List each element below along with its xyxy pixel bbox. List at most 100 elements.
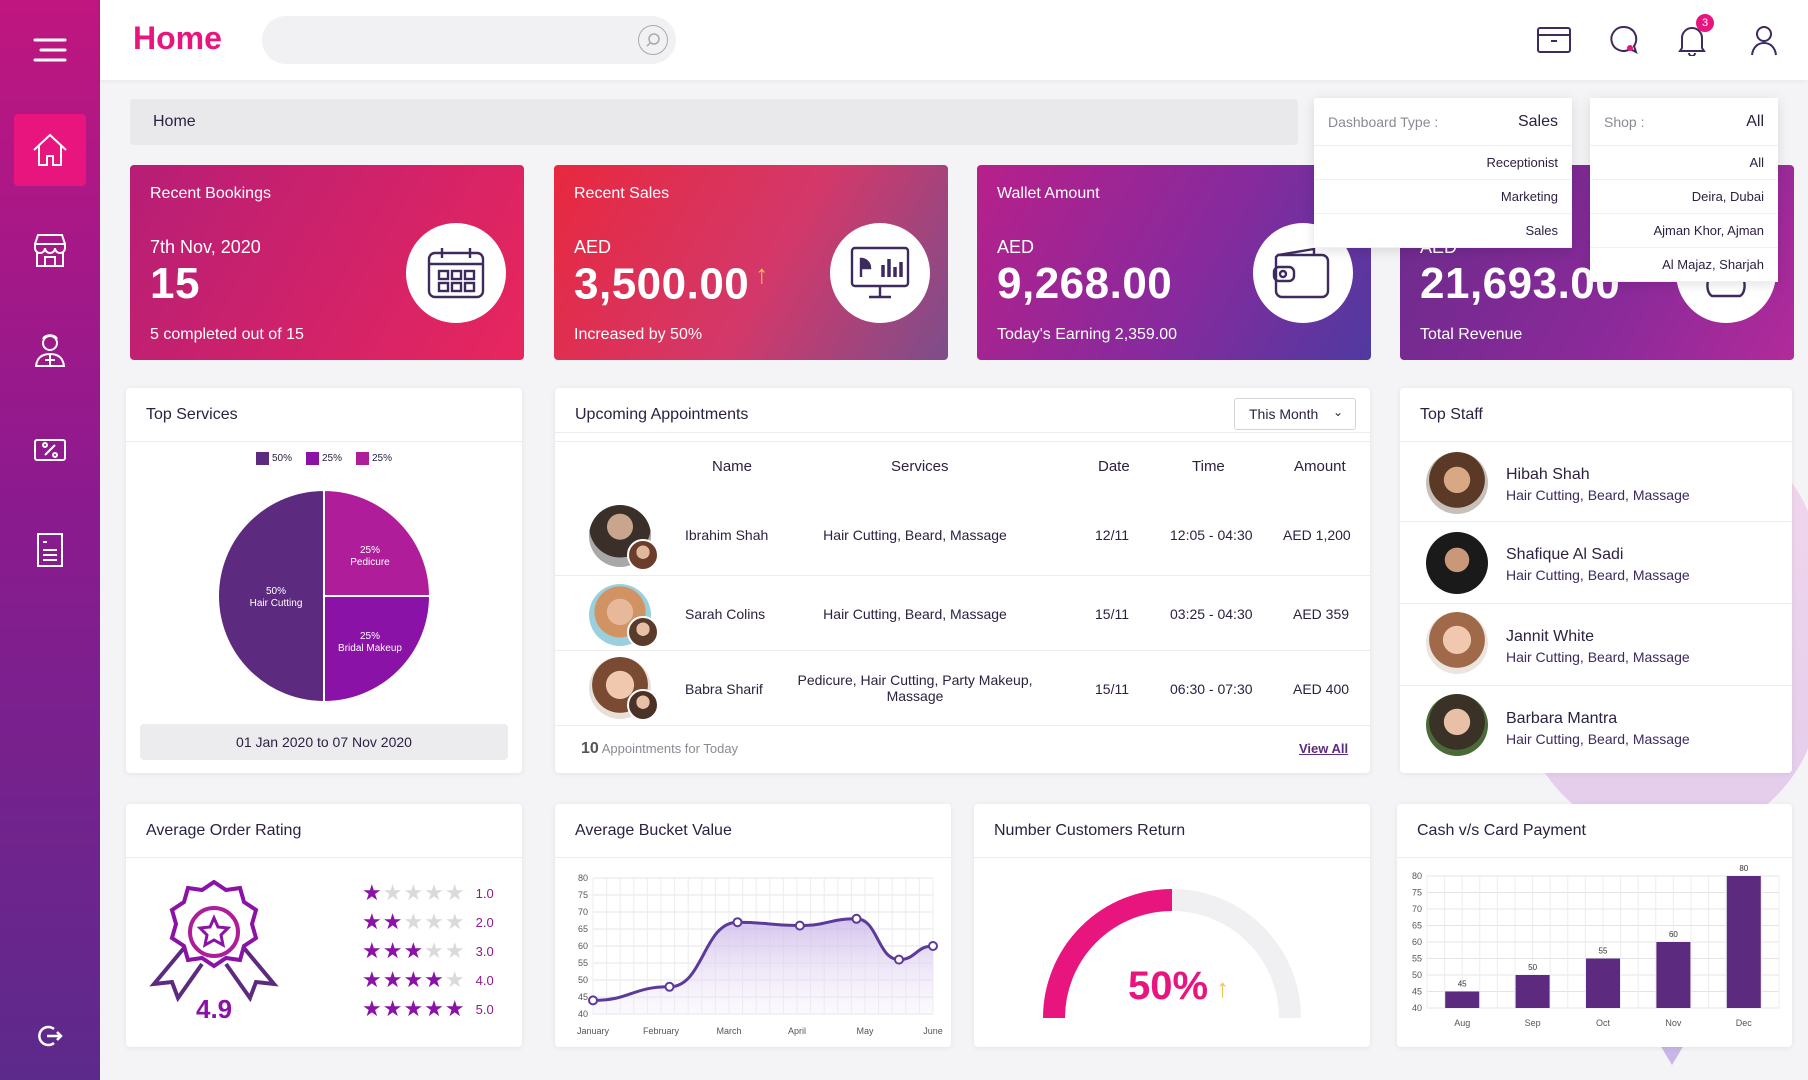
stat-value: 9,268.00 — [997, 259, 1173, 308]
dropdown-option[interactable]: Marketing — [1314, 180, 1572, 214]
x-tick-label: May — [856, 1026, 874, 1036]
avatar — [1426, 452, 1488, 514]
avatar — [1426, 612, 1488, 674]
gauge-value: 50% ↑ — [1128, 964, 1230, 1008]
breadcrumb[interactable]: Home — [130, 99, 1298, 145]
view-all-link[interactable]: View All — [1299, 741, 1348, 756]
dropdown-option[interactable]: Receptionist — [1314, 146, 1572, 180]
data-point — [894, 954, 904, 965]
bar-value-label: 50 — [1528, 963, 1537, 972]
decorative-shape — [1660, 1045, 1684, 1065]
data-point — [664, 981, 675, 992]
x-tick-label: Oct — [1596, 1018, 1611, 1028]
cell-date: 15/11 — [1095, 606, 1129, 622]
bar — [1726, 876, 1761, 1008]
staff-name: Shafique Al Sadi — [1506, 546, 1624, 563]
stat-sub: AED — [574, 237, 612, 257]
notification-badge: 3 — [1696, 14, 1714, 32]
x-tick-label: March — [716, 1026, 741, 1036]
dashboard-type-dropdown[interactable]: Dashboard Type : Sales Receptionist Marke… — [1314, 98, 1572, 248]
cell-time: 03:25 - 04:30 — [1170, 606, 1253, 622]
cell-time: 06:30 - 07:30 — [1170, 681, 1253, 697]
sidebar — [0, 0, 100, 1080]
avg-bucket-card: Average Bucket Value 40 45 50 55 60 65 70 75 80 J… — [555, 804, 951, 1047]
chevron-down-icon: ⌄ — [1332, 405, 1343, 419]
staff-icon — [34, 334, 66, 367]
shop-dropdown[interactable]: Shop : All All Deira, Dubai Ajman Khor, A… — [1590, 98, 1778, 282]
cell-name: Sarah Colins — [685, 606, 766, 622]
table-row[interactable]: Ibrahim Shah Hair Cutting, Beard, Massag… — [555, 497, 1370, 576]
dashboard-type-value[interactable]: Sales — [1518, 113, 1558, 131]
table-row[interactable]: Babra Sharif Pedicure, Hair Cutting, Par… — [555, 651, 1370, 726]
y-tick-label: 45 — [578, 992, 588, 1002]
month-filter-select[interactable]: This Month ⌄ — [1234, 398, 1356, 430]
wallet-icon[interactable] — [1536, 22, 1572, 58]
card-title: Top Staff — [1400, 388, 1792, 442]
dropdown-option[interactable]: Al Majaz, Sharjah — [1590, 248, 1778, 282]
stat-card-bookings: Recent Bookings 7th Nov, 2020 15 5 compl… — [130, 165, 524, 360]
stat-title: Recent Bookings — [150, 185, 271, 202]
sidebar-item-staff[interactable] — [14, 314, 86, 386]
staff-services: Hair Cutting, Beard, Massage — [1506, 487, 1690, 503]
dropdown-option[interactable]: Deira, Dubai — [1590, 180, 1778, 214]
monitor-chart-icon — [850, 246, 910, 299]
avatar — [627, 616, 659, 648]
staff-item[interactable]: Jannit White Hair Cutting, Beard, Massag… — [1400, 604, 1792, 686]
sidebar-item-invoice[interactable] — [14, 514, 86, 586]
dropdown-option[interactable]: Sales — [1314, 214, 1572, 248]
user-icon[interactable] — [1746, 22, 1782, 58]
data-point — [851, 913, 862, 924]
cell-name: Ibrahim Shah — [685, 527, 769, 543]
chat-icon[interactable] — [1606, 22, 1642, 58]
dropdown-option[interactable]: Ajman Khor, Ajman — [1590, 214, 1778, 248]
dropdown-option[interactable]: All — [1590, 146, 1778, 180]
logout-button[interactable] — [14, 1000, 86, 1072]
sidebar-item-shop[interactable] — [14, 214, 86, 286]
sidebar-item-offers[interactable] — [14, 414, 86, 486]
cell-services: Hair Cutting, Beard, Massage — [823, 606, 1007, 622]
line-area — [593, 918, 933, 1014]
avatar — [627, 539, 659, 571]
bar — [1445, 991, 1480, 1008]
rating-row: ★★★★★ 4.0 — [362, 967, 494, 992]
date-range[interactable]: 01 Jan 2020 to 07 Nov 2020 — [140, 724, 508, 760]
legend-item: 50% — [255, 452, 292, 465]
avatar — [1426, 532, 1488, 594]
notification-button[interactable]: 3 — [1674, 14, 1714, 58]
cell-amount: AED 1,200 — [1283, 527, 1351, 543]
staff-item[interactable]: Shafique Al Sadi Hair Cutting, Beard, Ma… — [1400, 522, 1792, 604]
col-header-time: Time — [1192, 458, 1225, 475]
dashboard-type-label: Dashboard Type : — [1328, 113, 1439, 130]
star-icons: ★★★★★ — [362, 996, 466, 1021]
staff-name: Barbara Mantra — [1506, 710, 1618, 727]
y-tick-label: 65 — [578, 924, 588, 934]
pie-label: 25% — [360, 631, 380, 642]
staff-name: Hibah Shah — [1506, 466, 1590, 483]
bar — [1515, 975, 1550, 1008]
y-tick-label: 45 — [1412, 987, 1422, 997]
search-input[interactable] — [262, 16, 676, 64]
search-icon[interactable] — [638, 25, 668, 55]
bar-value-label: 45 — [1458, 980, 1467, 989]
staff-item[interactable]: Barbara Mantra Hair Cutting, Beard, Mass… — [1400, 686, 1792, 768]
menu-icon[interactable] — [14, 14, 86, 86]
table-row[interactable]: Sarah Colins Hair Cutting, Beard, Massag… — [555, 576, 1370, 651]
x-tick-label: February — [643, 1026, 680, 1036]
discount-icon — [34, 439, 66, 461]
pie-label: 50% — [266, 586, 286, 597]
staff-item[interactable]: Hibah Shah Hair Cutting, Beard, Massage — [1400, 442, 1792, 522]
cell-time: 12:05 - 04:30 — [1170, 527, 1253, 543]
col-header-name: Name — [712, 458, 753, 475]
shop-value[interactable]: All — [1746, 113, 1764, 131]
pie-label: Hair Cutting — [250, 598, 303, 609]
x-tick-label: June — [923, 1026, 943, 1036]
bar — [1656, 942, 1691, 1008]
x-tick-label: April — [788, 1026, 806, 1036]
y-tick-label: 70 — [1412, 904, 1422, 914]
stat-foot: Increased by 50% — [574, 326, 703, 343]
y-tick-label: 80 — [578, 873, 588, 883]
card-title: Average Bucket Value — [555, 804, 951, 858]
sidebar-item-home[interactable] — [14, 114, 86, 186]
home-icon — [33, 133, 67, 166]
stat-title: Recent Sales — [574, 185, 670, 202]
